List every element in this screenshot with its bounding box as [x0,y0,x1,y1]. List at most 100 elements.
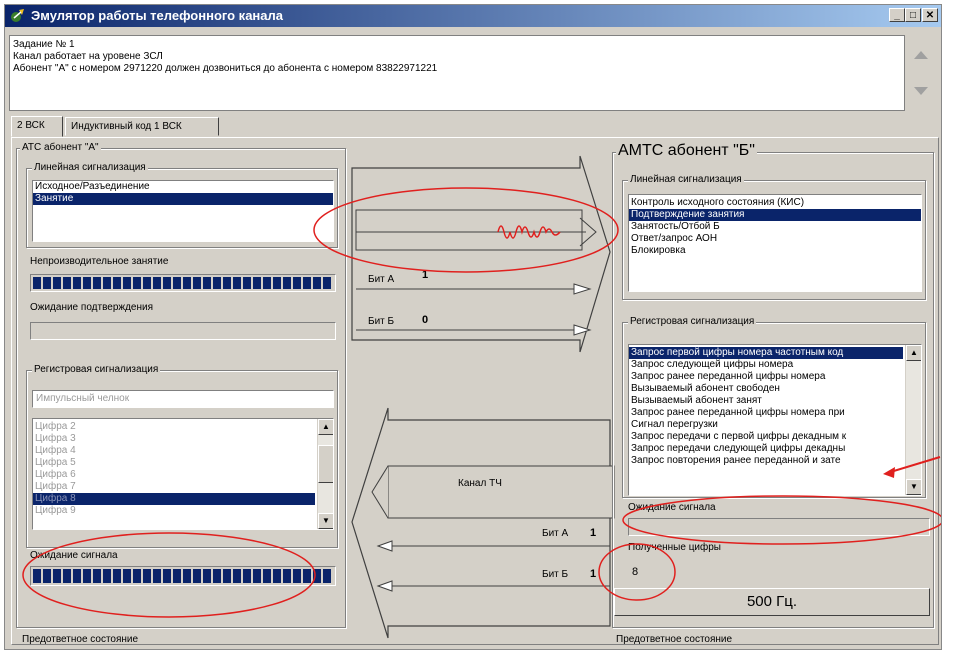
task-line: Абонент "А" с номером 2971220 должен доз… [13,63,438,74]
progress-segment [293,569,301,583]
list-item-selected[interactable]: Цифра 8 [33,493,315,505]
bit-a-forward-value: 1 [422,269,429,281]
triangle-down-icon [914,87,928,95]
progress-segment [173,569,181,583]
left-line-signaling-list[interactable]: Исходное/Разъединение Занятие [32,180,334,242]
task-scrollbar[interactable] [905,35,937,111]
unproductive-progress [30,274,336,292]
progress-segment [133,277,141,289]
right-status: Предответное состояние [616,634,733,645]
bit-b-forward-value: 0 [422,314,429,326]
scroll-thumb[interactable] [318,445,333,483]
bit-a-backward-value: 1 [590,527,597,539]
progress-segment [53,569,61,583]
task-description[interactable]: Задание № 1 Канал работает на уровене ЗС… [9,35,905,111]
scroll-down-button[interactable]: ▼ [906,479,921,495]
list-item[interactable]: Цифра 7 [33,481,315,493]
tab-panel: АТС абонент "А" Линейная сигнализация Ис… [11,137,939,645]
list-item-selected[interactable]: Занятие [33,193,333,205]
task-line: Задание № 1 [13,39,75,50]
list-item[interactable]: Ответ/запрос АОН [629,233,921,245]
channel-label: Канал ТЧ [458,478,502,489]
list-item[interactable]: Запрос следующей цифры номера [629,359,903,371]
list-item[interactable]: Вызываемый абонент свободен [629,383,903,395]
progress-segment [63,569,71,583]
progress-segment [203,569,211,583]
channel-diagram [351,155,615,639]
progress-segment [153,569,161,583]
tab-2vsk[interactable]: 2 ВСК [11,116,63,137]
list-item[interactable]: Цифра 4 [33,445,315,457]
left-register-title: Регистровая сигнализация [32,364,161,376]
progress-segment [223,569,231,583]
progress-segment [163,277,171,289]
progress-segment [203,277,211,289]
progress-segment [153,277,161,289]
progress-segment [43,569,51,583]
scroll-up-button[interactable]: ▲ [906,345,921,361]
list-item[interactable]: Цифра 3 [33,433,315,445]
list-item[interactable]: Вызываемый абонент занят [629,395,903,407]
confirm-wait-label: Ожидание подтверждения [30,302,154,313]
list-item[interactable]: Занятость/Отбой Б [629,221,921,233]
list-item[interactable]: Цифра 2 [33,421,315,433]
register-scrollbar[interactable]: ▲ ▼ [905,345,921,495]
list-item[interactable]: Запрос передачи следующей цифры декадны [629,443,903,455]
progress-segment [233,569,241,583]
progress-segment [303,569,311,583]
progress-segment [283,277,291,289]
scroll-up-button[interactable] [905,35,937,73]
digits-scrollbar[interactable]: ▲ ▼ [317,419,333,529]
ats-a-title: АТС абонент "А" [20,142,101,154]
register-mode-field[interactable]: Импульсный челнок [32,390,334,408]
right-register-list[interactable]: Запрос первой цифры номера частотным код… [628,344,922,496]
progress-segment [113,569,121,583]
list-item[interactable]: Сигнал перегрузки [629,419,903,431]
progress-segment [93,277,101,289]
list-item[interactable]: Запрос передачи с первой цифры декадным … [629,431,903,443]
bit-a-backward-label: Бит А [542,528,569,539]
progress-segment [163,569,171,583]
close-button[interactable]: ✕ [922,8,938,22]
list-item[interactable]: Исходное/Разъединение [33,181,333,193]
progress-segment [83,277,91,289]
emulator-window: Эмулятор работы телефонного канала _ □ ✕… [4,4,942,650]
list-item-selected[interactable]: Подтверждение занятия [629,209,921,221]
progress-segment [143,277,151,289]
bit-b-forward-label: Бит Б [368,316,395,327]
scroll-down-button[interactable]: ▼ [318,513,333,529]
scroll-up-button[interactable]: ▲ [318,419,333,435]
minimize-button[interactable]: _ [889,8,905,22]
list-item[interactable]: Контроль исходного состояния (КИС) [629,197,921,209]
list-item[interactable]: Блокировка [629,245,921,257]
list-item[interactable]: Запрос повторения ранее переданной и зат… [629,455,903,467]
progress-segment [323,277,331,289]
right-line-signaling-list[interactable]: Контроль исходного состояния (КИС) Подтв… [628,194,922,292]
progress-segment [253,277,261,289]
list-item[interactable]: Цифра 5 [33,457,315,469]
tab-inductive-code[interactable]: Индуктивный код 1 ВСК [65,117,219,136]
title-bar[interactable]: Эмулятор работы телефонного канала _ □ ✕ [5,5,941,27]
progress-segment [243,277,251,289]
list-item[interactable]: Цифра 9 [33,505,315,517]
left-digits-list[interactable]: Цифра 2 Цифра 3 Цифра 4 Цифра 5 Цифра 6 … [32,418,334,530]
right-signal-wait-label: Ожидание сигнала [628,502,716,513]
freq-500-button[interactable]: 500 Гц. [614,588,930,616]
progress-segment [123,569,131,583]
progress-segment [173,277,181,289]
list-item[interactable]: Цифра 6 [33,469,315,481]
progress-segment [73,277,81,289]
list-item-selected[interactable]: Запрос первой цифры номера частотным код [629,347,903,359]
list-item[interactable]: Запрос ранее переданной цифры номера [629,371,903,383]
progress-fill [33,569,331,583]
progress-segment [293,277,301,289]
window-title: Эмулятор работы телефонного канала [31,8,283,23]
progress-segment [323,569,331,583]
progress-segment [143,569,151,583]
list-item[interactable]: Запрос ранее переданной цифры номера при [629,407,903,419]
progress-segment [213,277,221,289]
maximize-button[interactable]: □ [905,8,921,22]
scroll-down-button[interactable] [905,73,937,111]
bit-b-backward-label: Бит Б [542,569,569,580]
progress-segment [313,277,321,289]
